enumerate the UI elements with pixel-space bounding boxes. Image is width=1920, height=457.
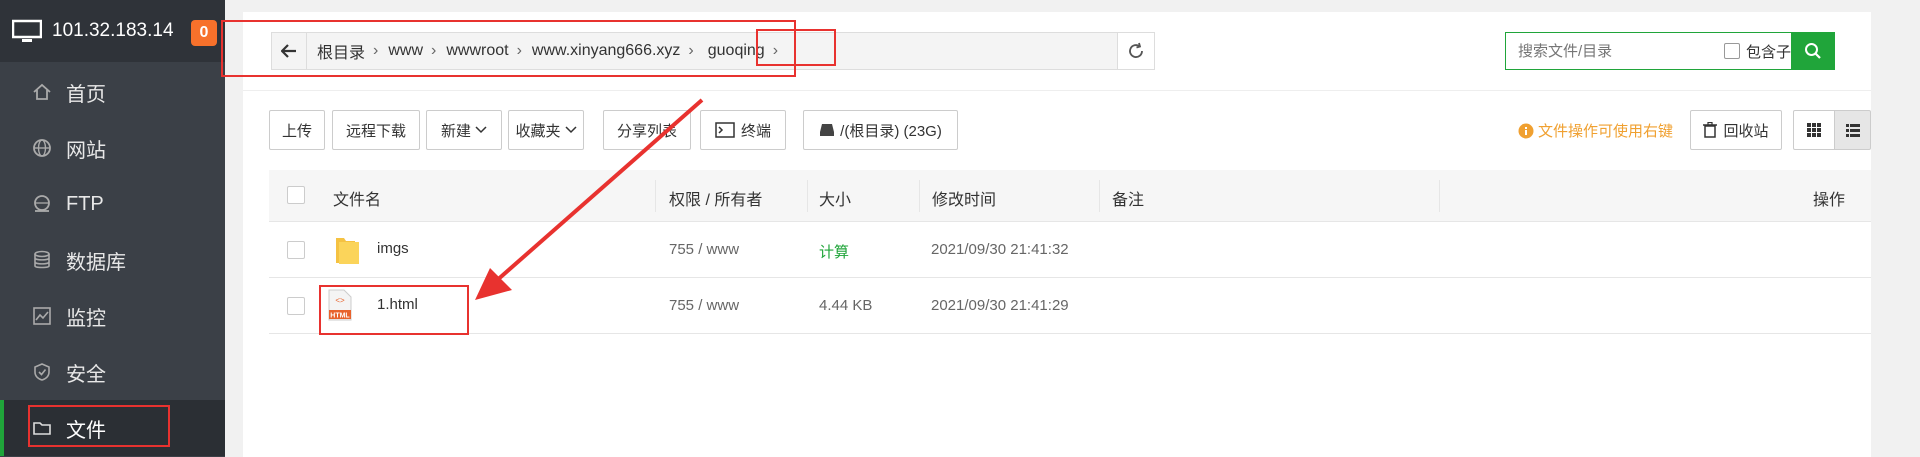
sidebar-item-label: FTP [66,192,104,215]
globe-icon [33,139,51,157]
chevron-down-icon [475,126,487,134]
column-header-actions: 操作 [1813,192,1846,209]
path-highlight-box [221,20,796,77]
database-icon [34,250,50,269]
terminal-icon [715,122,735,138]
sidebar-item-security[interactable]: 安全 [0,344,225,400]
search-icon [1805,43,1821,59]
monitor-icon [33,307,51,325]
disk-icon [820,124,835,136]
column-divider [807,180,808,212]
sidebar-item-monitor[interactable]: 监控 [0,288,225,344]
sidebar: 101.32.183.14 0 首页 网站 FTP 数据库 监控 安全 文件 [0,0,225,457]
select-all-checkbox[interactable] [287,186,305,204]
folder-icon [336,238,359,264]
trash-icon [1703,122,1718,138]
server-ip: 101.32.183.14 [52,20,174,41]
remote-download-button[interactable]: 远程下载 [332,110,420,150]
info-icon [1518,123,1534,138]
file-manager-panel: 根目录 › www › wwwroot › www.xinyang666.xyz… [221,12,1871,457]
ftp-icon [34,195,50,212]
sidebar-item-label: 数据库 [66,251,126,274]
refresh-button[interactable] [1117,32,1155,70]
table-row[interactable]: <> HTML 1.html 755 / www 4.44 KB 2021/09… [269,278,1871,334]
grid-view-icon [1807,123,1821,137]
sidebar-item-database[interactable]: 数据库 [0,232,225,288]
new-button[interactable]: 新建 [426,110,502,150]
file-table-header: 文件名 权限 / 所有者 大小 修改时间 备注 操作 [269,170,1871,222]
grid-view-button[interactable] [1793,110,1835,150]
share-list-button[interactable]: 分享列表 [603,110,691,150]
search-box[interactable]: 包含子目录 [1505,32,1835,70]
file-modified-time: 2021/09/30 21:41:29 [931,297,1069,314]
row-checkbox[interactable] [287,297,305,315]
sidebar-item-label: 监控 [66,307,106,330]
column-divider [655,180,656,212]
file-size: 4.44 KB [819,297,873,314]
computer-icon [12,19,42,42]
server-header: 101.32.183.14 0 [0,0,225,62]
new-button-label: 新建 [440,122,471,140]
column-header-modified[interactable]: 修改时间 [932,186,996,210]
home-icon [33,83,51,100]
disk-button-label: /(根目录) (23G) [840,122,942,140]
favorites-button[interactable]: 收藏夹 [508,110,584,150]
sidebar-item-label: 安全 [66,363,106,386]
refresh-icon [1129,42,1143,58]
search-button[interactable] [1791,32,1835,70]
context-menu-tip: 文件操作可使用右键 [1518,120,1673,141]
favorites-button-label: 收藏夹 [515,122,561,140]
chevron-down-icon [564,126,577,134]
shield-icon [34,363,50,381]
column-header-size[interactable]: 大小 [819,186,851,210]
row-checkbox[interactable] [287,241,305,259]
column-divider [1099,180,1100,212]
file-permissions[interactable]: 755 / www [669,297,739,314]
sidebar-item-websites[interactable]: 网站 [0,120,225,176]
search-input[interactable] [1516,41,1720,61]
include-subdir-checkbox[interactable] [1724,43,1740,59]
terminal-button[interactable]: 终端 [700,110,786,150]
notification-badge[interactable]: 0 [191,20,217,46]
file-modified-time: 2021/09/30 21:41:32 [931,241,1069,258]
sidebar-item-ftp[interactable]: FTP [0,176,225,232]
column-header-permissions[interactable]: 权限 / 所有者 [669,186,762,210]
table-row[interactable]: imgs 755 / www 计算 2021/09/30 21:41:32 [269,222,1871,278]
recycle-bin-button[interactable]: 回收站 [1690,110,1782,150]
list-view-button[interactable] [1834,110,1871,150]
column-divider [1439,180,1440,212]
disk-button[interactable]: /(根目录) (23G) [803,110,958,150]
divider [243,90,1871,91]
current-folder-highlight-box [756,29,836,66]
sidebar-item-home[interactable]: 首页 [0,64,225,120]
terminal-button-label: 终端 [740,122,771,140]
column-divider [919,180,920,212]
file-name[interactable]: imgs [377,240,409,257]
sidebar-item-label: 首页 [66,83,106,106]
files-highlight-box [28,405,170,447]
calculate-size-link[interactable]: 计算 [819,241,849,262]
file-highlight-box [319,285,469,335]
column-header-note: 备注 [1112,192,1145,209]
file-permissions[interactable]: 755 / www [669,241,739,258]
recycle-bin-label: 回收站 [1723,122,1769,140]
context-menu-tip-text: 文件操作可使用右键 [1538,123,1674,140]
upload-button[interactable]: 上传 [269,110,325,150]
list-view-icon [1845,123,1860,137]
column-header-name[interactable]: 文件名 [333,186,381,210]
sidebar-item-label: 网站 [66,139,106,162]
